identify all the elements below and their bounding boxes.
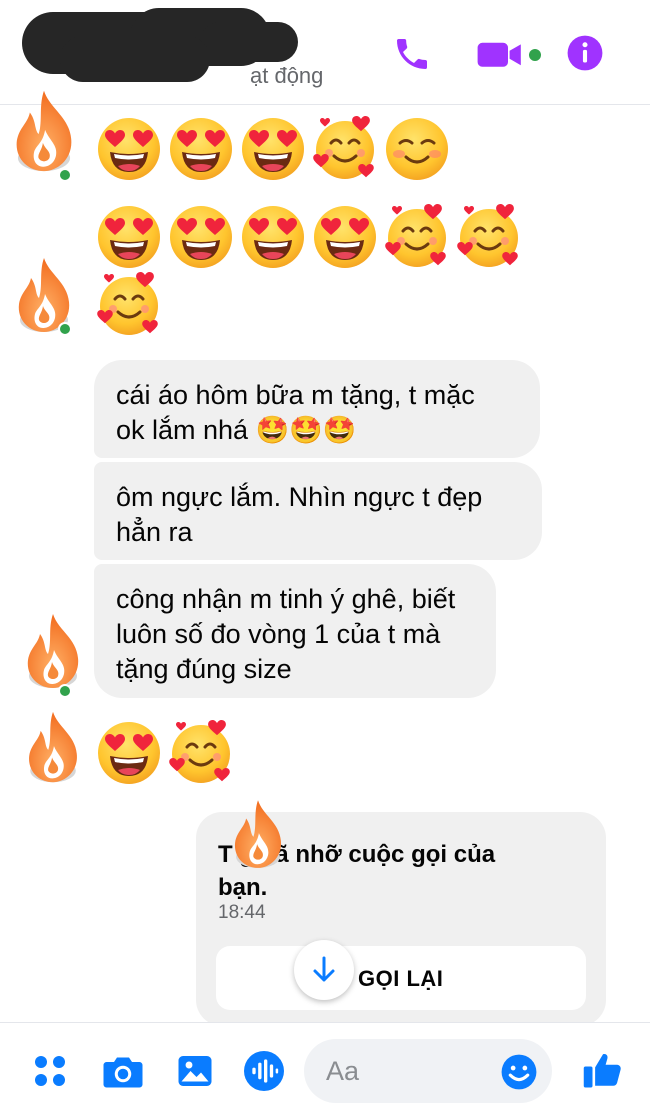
call-timestamp: 18:44	[218, 902, 266, 923]
emoji-icon[interactable]	[500, 1053, 538, 1096]
camera-icon[interactable]	[102, 1053, 144, 1094]
smiling-face-with-hearts-emoji-icon	[96, 272, 162, 338]
message-text: ok lắm nhá 🤩🤩🤩	[116, 415, 357, 445]
menu-dots-icon[interactable]	[32, 1053, 68, 1094]
smiling-face-with-hearts-emoji-icon	[384, 204, 450, 270]
message-bubble[interactable]: công nhận m tinh ý ghê, biết luôn số đo …	[94, 564, 496, 698]
phone-icon[interactable]	[392, 34, 432, 79]
call-back-button[interactable]: GỌI LẠI	[216, 946, 586, 1010]
emoji-message[interactable]	[96, 272, 162, 338]
message-text: ôm ngực lắm. Nhìn ngực t đẹp	[116, 482, 483, 512]
active-status: ạt động	[250, 63, 324, 88]
online-dot-icon	[58, 168, 72, 182]
message-text: hẳn ra	[116, 517, 193, 547]
redacted-contact-name	[200, 22, 298, 62]
scroll-to-bottom-button[interactable]	[294, 940, 354, 1000]
online-dot-icon	[58, 684, 72, 698]
conversation-header: ạt động	[0, 0, 650, 105]
online-dot-icon	[528, 48, 542, 67]
heart-eyes-emoji-icon	[96, 116, 162, 182]
message-text: công nhận m tinh ý ghê, biết	[116, 584, 456, 614]
blushing-smile-emoji-icon	[384, 116, 450, 182]
heart-eyes-emoji-icon	[240, 116, 306, 182]
redacted-avatar	[60, 36, 210, 82]
fire-avatar-icon	[234, 800, 282, 868]
image-icon[interactable]	[176, 1053, 214, 1094]
smiling-face-with-hearts-emoji-icon	[168, 720, 234, 786]
message-input[interactable]: Aa	[304, 1039, 552, 1103]
fire-avatar-icon	[29, 711, 77, 783]
heart-eyes-emoji-icon	[168, 204, 234, 270]
like-icon[interactable]	[582, 1049, 624, 1096]
voice-icon[interactable]	[244, 1051, 284, 1096]
heart-eyes-emoji-icon	[168, 116, 234, 182]
message-input-placeholder: Aa	[326, 1056, 360, 1086]
fire-avatar-icon	[27, 614, 79, 688]
smiling-face-with-hearts-emoji-icon	[456, 204, 522, 270]
message-text: luôn số đo vòng 1 của t mà	[116, 619, 441, 649]
info-icon[interactable]	[566, 34, 604, 77]
heart-eyes-emoji-icon	[96, 720, 162, 786]
video-camera-icon[interactable]	[476, 34, 524, 79]
message-text: tặng đúng size	[116, 654, 292, 684]
emoji-message[interactable]	[96, 204, 522, 270]
heart-eyes-emoji-icon	[96, 204, 162, 270]
message-text: cái áo hôm bữa m tặng, t mặc	[116, 380, 475, 410]
message-composer: Aa	[0, 1022, 650, 1117]
online-dot-icon	[58, 322, 72, 336]
emoji-message[interactable]	[96, 720, 234, 786]
heart-eyes-emoji-icon	[240, 204, 306, 270]
message-bubble[interactable]: ôm ngực lắm. Nhìn ngực t đẹp hẳn ra	[94, 462, 542, 560]
arrow-down-icon	[313, 956, 335, 982]
emoji-message[interactable]	[96, 116, 450, 182]
smiling-face-with-hearts-emoji-icon	[312, 116, 378, 182]
message-bubble[interactable]: cái áo hôm bữa m tặng, t mặc ok lắm nhá …	[94, 360, 540, 458]
heart-eyes-emoji-icon	[312, 204, 378, 270]
call-back-label: GỌI LẠI	[358, 966, 444, 991]
